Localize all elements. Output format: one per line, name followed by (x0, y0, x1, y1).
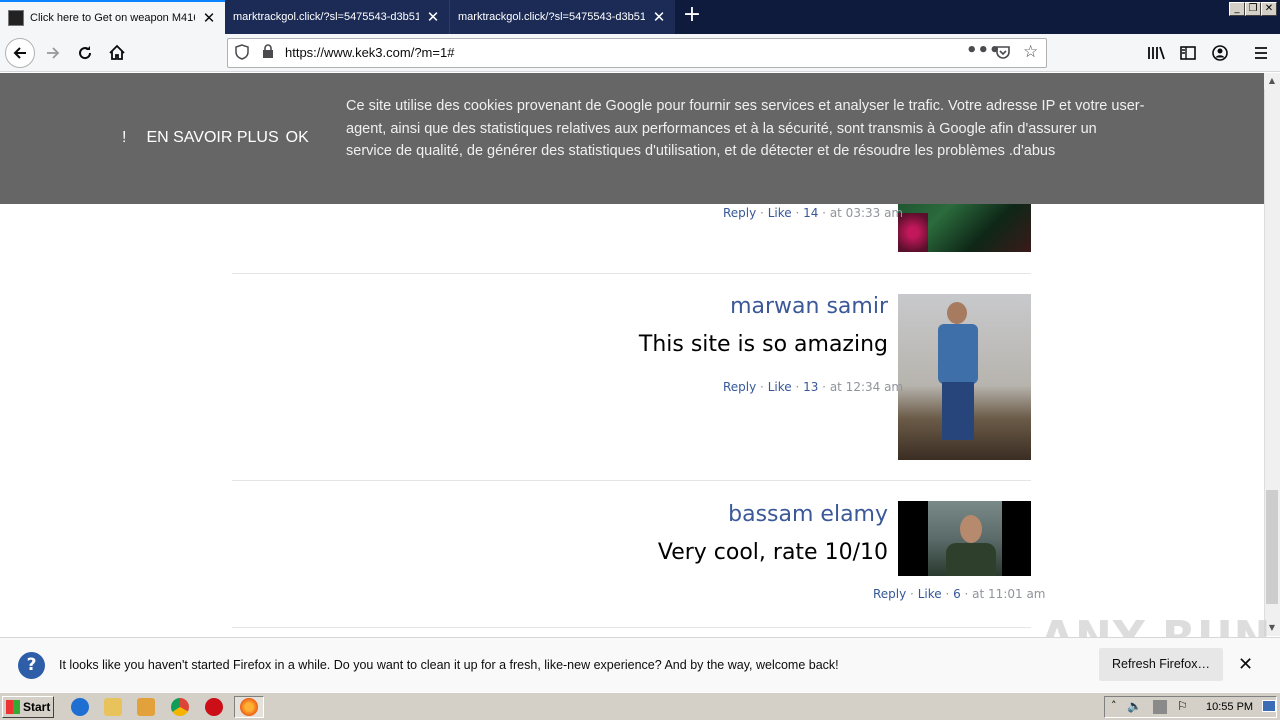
like-count[interactable]: 13 (803, 380, 818, 394)
show-desktop-icon[interactable] (1262, 700, 1276, 712)
learn-more-link[interactable]: EN SAVOIR PLUS (146, 129, 278, 147)
windows-logo-icon (6, 700, 20, 714)
close-tab-icon[interactable]: ✕ (201, 9, 217, 27)
sidebar-button[interactable] (1174, 39, 1202, 67)
notification-bar: ? It looks like you haven't started Fire… (0, 637, 1280, 692)
cookie-exclamation: ! (122, 129, 127, 146)
refresh-firefox-button[interactable]: Refresh Firefox… (1099, 648, 1223, 681)
reply-link[interactable]: Reply (873, 587, 906, 601)
tab-active[interactable]: Click here to Get on weapon M416 ✕ (0, 0, 225, 34)
lock-icon[interactable] (262, 44, 274, 63)
comment-separator (232, 627, 1031, 628)
navigation-bar: https://www.kek3.com/?m=1# ••• ☆ (0, 34, 1280, 72)
firefox-icon (240, 698, 258, 716)
avatar-head (947, 302, 967, 324)
new-tab-button[interactable]: + (680, 4, 704, 28)
tab[interactable]: marktrackgol.click/?sl=5475543-d3b51 ✕ (450, 0, 675, 34)
comment-time: at 03:33 am (829, 206, 904, 220)
page-favicon-icon (8, 10, 24, 26)
avatar[interactable] (898, 501, 1031, 576)
minimize-button[interactable]: _ (1229, 2, 1245, 16)
opera-icon[interactable] (205, 698, 223, 716)
pocket-icon[interactable] (995, 44, 1011, 64)
close-window-button[interactable]: ✕ (1261, 2, 1277, 16)
notification-text: It looks like you haven't started Firefo… (59, 658, 839, 672)
tab-title: marktrackgol.click/?sl=5475543-d3b51 (233, 11, 419, 23)
avatar-body (938, 324, 978, 384)
account-icon (1212, 45, 1228, 61)
tab-title: marktrackgol.click/?sl=5475543-d3b51 (458, 11, 645, 23)
volume-icon[interactable]: 🔈 (1127, 699, 1142, 713)
folder-icon[interactable] (104, 698, 122, 716)
reload-button[interactable] (71, 39, 99, 67)
account-button[interactable] (1206, 39, 1234, 67)
internet-explorer-icon[interactable] (71, 698, 89, 716)
close-tab-icon[interactable]: ✕ (425, 8, 441, 26)
menu-button[interactable] (1247, 39, 1275, 67)
start-label: Start (23, 700, 51, 714)
reply-link[interactable]: Reply (723, 380, 756, 394)
like-link[interactable]: Like (918, 587, 942, 601)
tab-title: Click here to Get on weapon M416 (30, 12, 195, 24)
cookie-ok-button[interactable]: OK (286, 129, 309, 147)
comment-time: at 12:34 am (829, 380, 904, 394)
close-tab-icon[interactable]: ✕ (651, 8, 667, 26)
taskbar: Start ˄ 🔈 ⚐ 10:55 PM (0, 692, 1280, 720)
forward-button[interactable] (39, 39, 67, 67)
start-button[interactable]: Start (2, 696, 54, 718)
network-icon[interactable] (1153, 700, 1167, 714)
tray-expand-icon[interactable]: ˄ (1111, 699, 1117, 712)
sidebar-icon (1180, 46, 1196, 60)
comment-meta: Reply · Like · 13 · at 12:34 am (723, 380, 904, 394)
like-count[interactable]: 14 (803, 206, 818, 220)
cookie-banner: ! EN SAVOIR PLUS OK Ce site utilise des … (0, 73, 1264, 204)
chrome-icon[interactable] (171, 698, 189, 716)
comment-separator (232, 480, 1031, 481)
firefox-taskbar-button[interactable] (234, 696, 264, 718)
home-button[interactable] (103, 39, 131, 67)
back-arrow-icon (13, 47, 26, 59)
restore-button[interactable]: ❐ (1245, 2, 1261, 16)
question-icon: ? (18, 652, 45, 679)
comment-separator (232, 273, 1031, 274)
avatar-head (960, 515, 982, 543)
reply-link[interactable]: Reply (723, 206, 756, 220)
like-link[interactable]: Like (768, 380, 792, 394)
cookie-actions: ! EN SAVOIR PLUS OK (122, 129, 309, 147)
like-count[interactable]: 6 (953, 587, 961, 601)
comment-text: This site is so amazing (638, 332, 888, 357)
library-button[interactable] (1142, 39, 1170, 67)
comment-text: Very cool, rate 10/10 (657, 540, 888, 565)
commenter-name[interactable]: marwan samir (730, 294, 888, 319)
commenter-name[interactable]: bassam elamy (728, 502, 888, 527)
scroll-up-arrow-icon[interactable]: ▲ (1264, 73, 1280, 89)
url-bar[interactable]: https://www.kek3.com/?m=1# ••• ☆ (227, 38, 1047, 68)
home-icon (109, 44, 125, 60)
avatar-body (946, 543, 996, 576)
hamburger-menu-icon (1255, 47, 1267, 59)
reload-icon (79, 46, 92, 60)
forward-arrow-icon (47, 47, 60, 59)
media-player-icon[interactable] (137, 698, 155, 716)
shield-icon[interactable] (235, 44, 249, 64)
library-icon (1148, 46, 1165, 60)
back-button[interactable] (5, 38, 35, 68)
comment-meta: Reply · Like · 6 · at 11:01 am (873, 587, 1046, 601)
url-text: https://www.kek3.com/?m=1# (285, 45, 455, 60)
like-link[interactable]: Like (768, 206, 792, 220)
comment-time: at 11:01 am (972, 587, 1046, 601)
comment-meta: Reply · Like · 14 · at 03:33 am (723, 206, 904, 220)
tab[interactable]: marktrackgol.click/?sl=5475543-d3b51 ✕ (225, 0, 450, 34)
cookie-text: Ce site utilise des cookies provenant de… (346, 98, 1145, 159)
bookmark-star-icon[interactable]: ☆ (1023, 42, 1038, 62)
avatar-legs (942, 382, 974, 440)
tab-bar: Click here to Get on weapon M416 ✕ markt… (0, 0, 1280, 34)
scrollbar-thumb[interactable] (1266, 490, 1278, 604)
flag-icon[interactable]: ⚐ (1177, 699, 1188, 713)
avatar[interactable] (898, 294, 1031, 460)
clock: 10:55 PM (1206, 701, 1254, 713)
close-notification-icon[interactable]: ✕ (1238, 654, 1253, 675)
